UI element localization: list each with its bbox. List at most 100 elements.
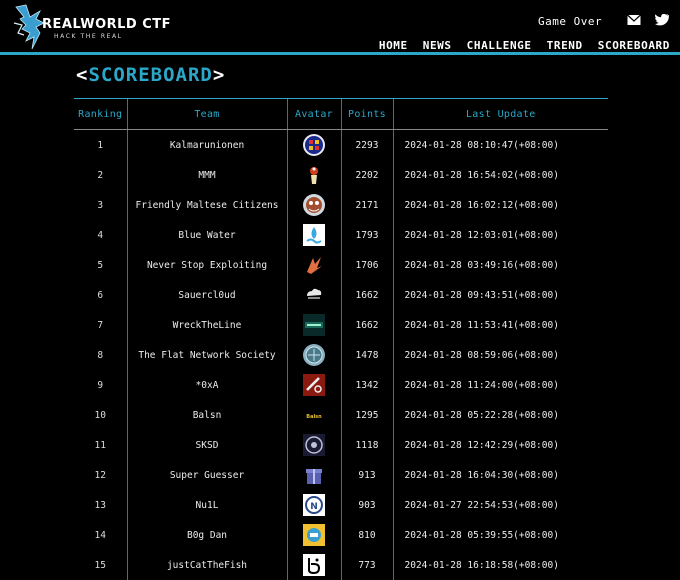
justcatthefish-avatar [303, 554, 325, 576]
mail-icon[interactable] [627, 14, 641, 26]
avatar-cell [287, 220, 342, 250]
team-name-cell[interactable]: WreckTheLine [127, 310, 288, 340]
rank-cell: 15 [74, 550, 128, 580]
team-name-cell[interactable]: Kalmarunionen [127, 129, 288, 160]
rank-cell: 7 [74, 310, 128, 340]
table-row: 3 Friendly Maltese Citizens 2171 2024-01-28… [74, 190, 608, 220]
team-name-cell[interactable]: The Flat Network Society [127, 340, 288, 370]
rank-cell: 8 [74, 340, 128, 370]
avatar-text: N [310, 502, 318, 512]
game-status-text: Game Over [538, 15, 603, 28]
avatar-cell [287, 250, 342, 280]
last-update-cell: 2024-01-28 12:42:29(+08:00) [404, 439, 559, 451]
header-accent-line [0, 52, 680, 55]
points-cell: 1706 [341, 250, 394, 280]
team-name-cell[interactable]: Nu1L [127, 490, 288, 520]
blue-water-avatar [303, 224, 325, 246]
last-update-cell: 2024-01-28 05:39:55(+08:00) [404, 529, 559, 541]
avatar-cell [287, 160, 342, 190]
rank-cell: 9 [74, 370, 128, 400]
avatar-cell: N [287, 490, 342, 520]
sauercloud-avatar [303, 284, 325, 306]
team-name-cell[interactable]: SKSD [127, 430, 288, 460]
rank-cell: 14 [74, 520, 128, 550]
twitter-icon[interactable] [655, 14, 669, 26]
avatar-cell [287, 129, 342, 160]
b0g-dan-avatar [303, 524, 325, 546]
points-cell: 913 [341, 460, 394, 490]
table-row: 10 Balsn Balsn 1295 2024-01-28 05:22:28(+08:… [74, 400, 608, 430]
avatar-cell [287, 460, 342, 490]
last-update-cell: 2024-01-28 16:54:02(+08:00) [404, 169, 559, 181]
col-avatar[interactable]: Avatar [287, 99, 342, 130]
rank-cell: 3 [74, 190, 128, 220]
table-row: 8 The Flat Network Society 1478 2024-01-28 … [74, 340, 608, 370]
table-row: 15 justCatTheFish 773 2024-01-28 16:18:58(+… [74, 550, 608, 580]
logo-subtitle: HACK THE REAL [54, 33, 123, 40]
nu1l-avatar: N [303, 494, 325, 516]
last-update-cell: 2024-01-27 22:54:53(+08:00) [404, 499, 559, 511]
points-cell: 2293 [341, 129, 394, 160]
rank-cell: 5 [74, 250, 128, 280]
table-row: 1 Kalmarunionen 2293 2024-01-28 08:10:47(+0… [74, 129, 608, 160]
last-update-cell: 2024-01-28 03:49:16(+08:00) [404, 259, 559, 271]
last-update-cell: 2024-01-28 16:04:30(+08:00) [404, 469, 559, 481]
realworld-ctf-logo[interactable]: REALWORLD CTF HACK THE REAL [10, 3, 171, 51]
top-header: REALWORLD CTF HACK THE REAL Game Over HO… [0, 0, 680, 54]
0xa-avatar [303, 374, 325, 396]
col-last-update[interactable]: Last Update [393, 99, 608, 130]
table-header-row: Ranking Team Avatar Points Last Update [74, 99, 608, 130]
nav-scoreboard[interactable]: SCOREBOARD [598, 39, 670, 52]
col-ranking[interactable]: Ranking [74, 99, 128, 130]
nav-challenge[interactable]: CHALLENGE [467, 39, 532, 52]
points-cell: 1662 [341, 280, 394, 310]
nav-news[interactable]: NEWS [423, 39, 452, 52]
avatar-cell [287, 370, 342, 400]
last-update-cell: 2024-01-28 12:03:01(+08:00) [404, 229, 559, 241]
avatar-cell [287, 310, 342, 340]
last-update-cell: 2024-01-28 16:02:12(+08:00) [404, 199, 559, 211]
points-cell: 1118 [341, 430, 394, 460]
last-update-cell: 2024-01-28 08:10:47(+08:00) [404, 139, 559, 151]
nav-trend[interactable]: TREND [547, 39, 583, 52]
sksd-avatar [303, 434, 325, 456]
points-cell: 1342 [341, 370, 394, 400]
avatar-cell [287, 430, 342, 460]
rank-cell: 6 [74, 280, 128, 310]
wrecktheline-avatar [303, 314, 325, 336]
rank-cell: 11 [74, 430, 128, 460]
points-cell: 2171 [341, 190, 394, 220]
points-cell: 1295 [341, 400, 394, 430]
col-team[interactable]: Team [127, 99, 288, 130]
team-name-cell[interactable]: *0xA [127, 370, 288, 400]
main-nav: HOME NEWS CHALLENGE TREND SCOREBOARD [364, 39, 670, 52]
balsn-avatar: Balsn [303, 404, 325, 426]
team-name-cell[interactable]: Balsn [127, 400, 288, 430]
points-cell: 2202 [341, 160, 394, 190]
team-name-cell[interactable]: MMM [127, 160, 288, 190]
table-row: 6 Sauercl0ud 1662 2024-01-28 09:43:51(+08:0… [74, 280, 608, 310]
kalmarunionen-avatar [303, 134, 325, 156]
table-row: 5 Never Stop Exploiting 1706 2024-01-28 03:… [74, 250, 608, 280]
table-row: 4 Blue Water 1793 2024-01-28 12:03:01(+08:0… [74, 220, 608, 250]
rank-cell: 13 [74, 490, 128, 520]
avatar-cell [287, 190, 342, 220]
nav-home[interactable]: HOME [379, 39, 408, 52]
avatar-text: Balsn [306, 414, 322, 420]
points-cell: 810 [341, 520, 394, 550]
team-name-cell[interactable]: Super Guesser [127, 460, 288, 490]
table-row: 9 *0xA 1342 2024-01-28 11:24:00(+08:00) [74, 370, 608, 400]
avatar-cell [287, 280, 342, 310]
col-points[interactable]: Points [341, 99, 394, 130]
page-title: <SCOREBOARD> [76, 64, 225, 86]
fmc-avatar [303, 194, 325, 216]
team-name-cell[interactable]: Blue Water [127, 220, 288, 250]
nse-avatar [303, 254, 325, 276]
rank-cell: 12 [74, 460, 128, 490]
team-name-cell[interactable]: Never Stop Exploiting [127, 250, 288, 280]
team-name-cell[interactable]: Sauercl0ud [127, 280, 288, 310]
team-name-cell[interactable]: B0g Dan [127, 520, 288, 550]
title-bracket-open: < [76, 64, 89, 86]
team-name-cell[interactable]: Friendly Maltese Citizens [127, 190, 288, 220]
team-name-cell[interactable]: justCatTheFish [127, 550, 288, 580]
